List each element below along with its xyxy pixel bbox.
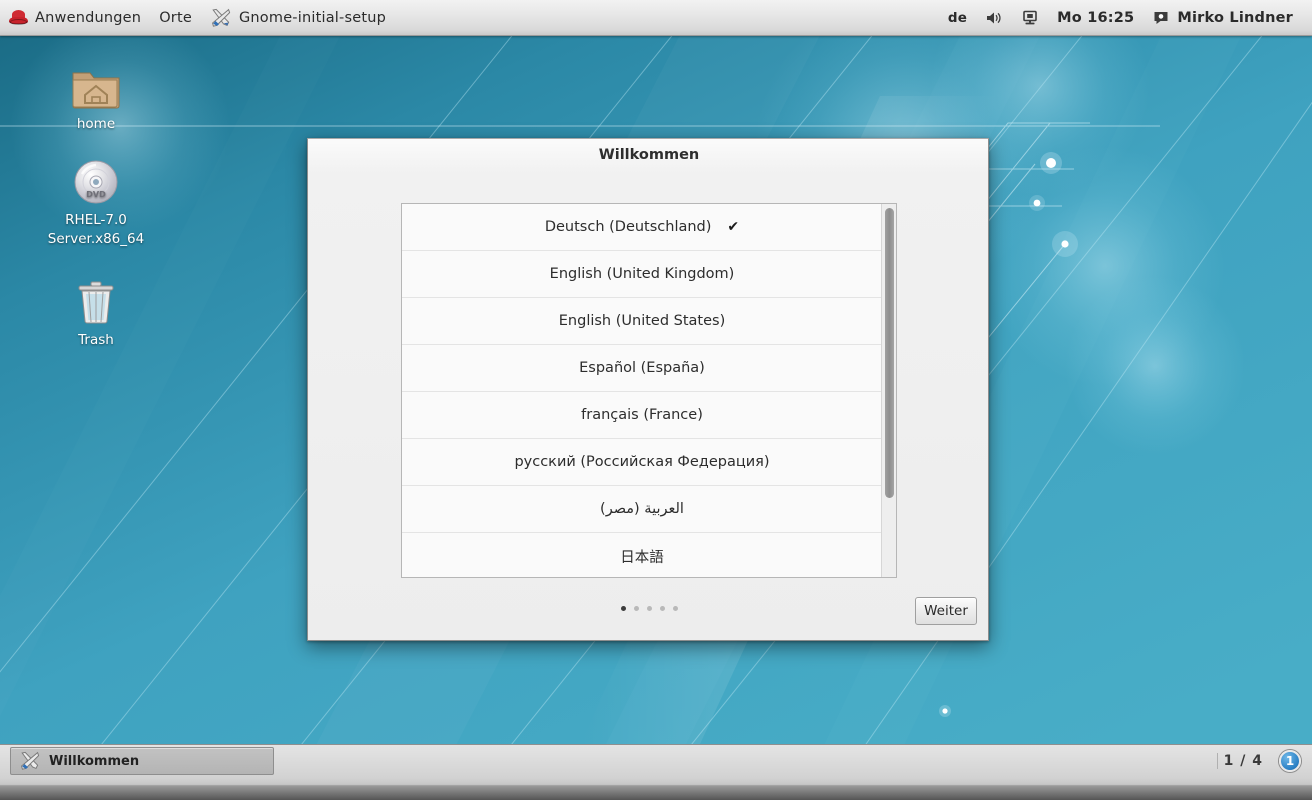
top-panel-left: Anwendungen Orte Gnome-initial-setup: [0, 0, 395, 35]
dvd-disc-icon: DVD: [40, 154, 152, 206]
desktop-icon-dvd[interactable]: DVD RHEL-7.0 Server.x86_64: [40, 154, 152, 249]
volume-indicator[interactable]: [976, 0, 1012, 35]
user-name-label: Mirko Lindner: [1177, 9, 1293, 26]
bottom-panel: Willkommen 1 / 4 1: [0, 744, 1312, 800]
menu-places-label: Orte: [159, 9, 192, 26]
window-title-item[interactable]: Gnome-initial-setup: [201, 0, 395, 35]
scrollbar-thumb[interactable]: [885, 208, 894, 498]
page-dot: [633, 606, 639, 611]
svg-text:DVD: DVD: [86, 190, 106, 199]
clock[interactable]: Mo 16:25: [1048, 0, 1143, 35]
menu-places[interactable]: Orte: [150, 0, 201, 35]
redhat-icon: [9, 8, 28, 27]
window-title-label: Gnome-initial-setup: [238, 9, 387, 26]
menu-applications-label: Anwendungen: [35, 9, 142, 26]
page-dot: [672, 606, 678, 611]
desktop-screen: Anwendungen Orte Gnome-initial-setup de …: [0, 0, 1312, 800]
keyboard-layout-label: de: [947, 9, 968, 26]
workspace-switcher: 1 / 4 1: [1216, 747, 1312, 775]
tools-icon: [212, 8, 231, 27]
language-label: русский (Российская Федерация): [514, 454, 770, 470]
language-list-scrollbar[interactable]: [881, 204, 896, 577]
taskbar-item-label: Willkommen: [49, 753, 140, 769]
taskbar: Willkommen 1 / 4 1: [0, 745, 1312, 777]
language-row[interactable]: français (France)✔: [402, 392, 882, 439]
menu-applications[interactable]: Anwendungen: [0, 0, 150, 35]
trash-icon: [40, 274, 152, 326]
language-row[interactable]: 日本語✔: [402, 533, 882, 577]
page-dot: [620, 606, 626, 611]
display-indicator[interactable]: [1012, 0, 1048, 35]
page-dot: [646, 606, 652, 611]
welcome-dialog: Willkommen Deutsch (Deutschland) ✔ English…: [307, 138, 989, 641]
clock-label: Mo 16:25: [1057, 9, 1135, 26]
language-label: Deutsch (Deutschland): [544, 219, 712, 235]
language-label: English (United States): [558, 313, 726, 329]
display-icon: [1023, 10, 1037, 24]
workspace-badge[interactable]: 1: [1279, 750, 1301, 772]
next-button[interactable]: Weiter: [915, 597, 977, 625]
home-folder-icon: [40, 58, 152, 110]
next-button-label: Weiter: [924, 603, 968, 619]
language-row[interactable]: Deutsch (Deutschland) ✔: [402, 204, 882, 251]
keyboard-layout-indicator[interactable]: de: [939, 0, 976, 35]
user-status-icon: [1154, 11, 1168, 24]
language-label: العربية (مصر): [600, 501, 684, 517]
check-icon: ✔: [727, 219, 740, 235]
language-row[interactable]: العربية (مصر)✔: [402, 486, 882, 533]
language-label: English (United Kingdom): [549, 266, 735, 282]
user-menu[interactable]: Mirko Lindner: [1143, 0, 1302, 35]
language-row[interactable]: English (United Kingdom)✔: [402, 251, 882, 298]
dialog-title: Willkommen: [598, 147, 700, 163]
desktop-icon-trash[interactable]: Trash: [40, 274, 152, 350]
language-label: 日本語: [620, 549, 664, 566]
workspace-count-label: 1 / 4: [1216, 753, 1269, 769]
language-row[interactable]: English (United States)✔: [402, 298, 882, 345]
language-label: français (France): [581, 407, 703, 423]
language-row[interactable]: русский (Российская Федерация)✔: [402, 439, 882, 486]
page-dot: [659, 606, 665, 611]
desktop-icon-home-label: home: [76, 116, 116, 132]
language-label: Español (España): [579, 360, 705, 376]
speaker-icon: [987, 12, 1001, 23]
desktop-icon-home[interactable]: home: [40, 58, 152, 134]
top-panel-right: de Mo 16:25 Mirko Lindner: [939, 0, 1312, 35]
language-row[interactable]: Español (España)✔: [402, 345, 882, 392]
language-list[interactable]: Deutsch (Deutschland) ✔ English (United Ki…: [402, 204, 882, 577]
tools-icon: [21, 751, 40, 770]
top-panel: Anwendungen Orte Gnome-initial-setup de …: [0, 0, 1312, 36]
desktop-icon-dvd-label: RHEL-7.0 Server.x86_64: [47, 212, 145, 247]
page-indicator-dots: [308, 606, 990, 611]
language-list-frame: Deutsch (Deutschland) ✔ English (United Ki…: [401, 203, 897, 578]
desktop-icon-trash-label: Trash: [78, 332, 114, 348]
taskbar-item-willkommen[interactable]: Willkommen: [10, 747, 274, 775]
